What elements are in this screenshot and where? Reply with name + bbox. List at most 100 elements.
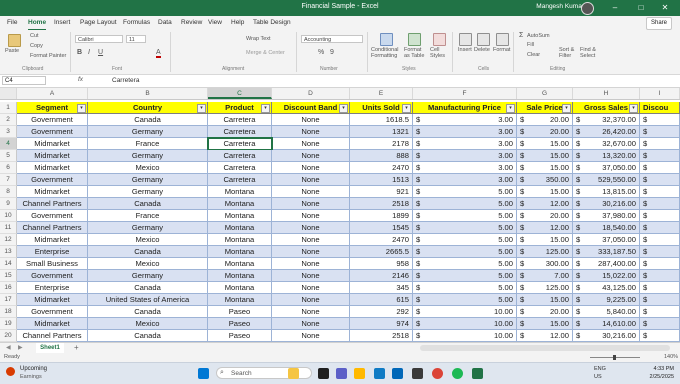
table-cell[interactable]: Montana — [208, 222, 272, 234]
table-cell[interactable]: 2146 — [350, 270, 413, 282]
table-cell[interactable]: None — [272, 234, 350, 246]
clock-date[interactable]: 2/25/2025 — [650, 374, 674, 380]
share-button[interactable]: Share — [645, 17, 672, 30]
table-cell[interactable]: None — [272, 258, 350, 270]
row-header[interactable]: 18 — [0, 306, 17, 318]
table-cell[interactable]: $15.00 — [517, 318, 573, 330]
tab-file[interactable]: File — [7, 17, 17, 29]
table-cell[interactable]: Midmarket — [17, 318, 88, 330]
file-explorer-icon[interactable] — [354, 368, 365, 379]
table-cell[interactable]: Mexico — [88, 162, 208, 174]
row-header[interactable]: 12 — [0, 234, 17, 246]
table-cell[interactable]: 2665.5 — [350, 246, 413, 258]
table-cell[interactable]: $3.00 — [413, 114, 517, 126]
row-header[interactable]: 20 — [0, 330, 17, 342]
tab-insert[interactable]: Insert — [54, 17, 70, 29]
table-cell[interactable]: None — [272, 138, 350, 150]
table-cell[interactable]: Midmarket — [17, 162, 88, 174]
row-header[interactable]: 2 — [0, 114, 17, 126]
copy-button[interactable]: Copy — [30, 43, 43, 49]
filter-dropdown-icon[interactable]: ▾ — [261, 104, 270, 113]
header-cell[interactable]: Manufacturing Price ▾ — [413, 102, 517, 114]
table-cell[interactable]: None — [272, 126, 350, 138]
table-cell[interactable]: $350.00 — [517, 174, 573, 186]
table-cell[interactable]: $ — [640, 162, 680, 174]
table-cell[interactable]: $ — [640, 258, 680, 270]
table-cell[interactable]: 1321 — [350, 126, 413, 138]
formula-input[interactable]: Carretera — [112, 77, 139, 84]
table-cell[interactable]: None — [272, 150, 350, 162]
table-cell[interactable]: $15.00 — [517, 162, 573, 174]
table-cell[interactable]: 292 — [350, 306, 413, 318]
table-cell[interactable]: Channel Partners — [17, 330, 88, 342]
font-name-select[interactable]: Calibri — [75, 35, 123, 43]
filter-dropdown-icon[interactable]: ▾ — [562, 104, 571, 113]
merge-center-button[interactable]: Merge & Center — [246, 50, 285, 56]
next-sheet-icon[interactable]: ▶ — [18, 344, 23, 351]
input-region[interactable]: US — [594, 374, 602, 380]
avatar[interactable] — [581, 2, 594, 15]
table-cell[interactable]: $125.00 — [517, 246, 573, 258]
table-cell[interactable]: $9,225.00 — [573, 294, 640, 306]
row-header[interactable]: 16 — [0, 282, 17, 294]
table-cell[interactable]: $43,125.00 — [573, 282, 640, 294]
horizontal-scrollbar[interactable] — [420, 345, 670, 351]
table-cell[interactable]: $ — [640, 294, 680, 306]
table-cell[interactable]: $5.00 — [413, 294, 517, 306]
comma-button[interactable]: 9 — [330, 49, 334, 56]
header-cell[interactable]: Discount Band ▾ — [272, 102, 350, 114]
row-header[interactable]: 3 — [0, 126, 17, 138]
table-cell[interactable]: $5.00 — [413, 258, 517, 270]
chrome-icon[interactable] — [432, 368, 443, 379]
table-cell[interactable]: Canada — [88, 114, 208, 126]
tab-table-design[interactable]: Table Design — [253, 17, 291, 29]
table-cell[interactable]: $20.00 — [517, 210, 573, 222]
table-cell[interactable]: Germany — [88, 126, 208, 138]
minimize-button[interactable]: – — [606, 0, 624, 16]
table-cell[interactable]: None — [272, 318, 350, 330]
format-painter-button[interactable]: Format Painter — [30, 53, 66, 59]
column-header[interactable]: E — [350, 88, 413, 99]
table-cell[interactable]: Government — [17, 210, 88, 222]
table-cell[interactable]: $5,840.00 — [573, 306, 640, 318]
tab-view[interactable]: View — [208, 17, 222, 29]
insert-cells-button[interactable]: Insert — [458, 47, 472, 53]
underline-button[interactable]: U — [98, 49, 103, 56]
table-cell[interactable]: None — [272, 294, 350, 306]
table-cell[interactable]: None — [272, 174, 350, 186]
row-header[interactable]: 4 — [0, 138, 17, 150]
table-cell[interactable]: $20.00 — [517, 114, 573, 126]
row-header[interactable]: 10 — [0, 210, 17, 222]
table-cell[interactable]: $15.00 — [517, 234, 573, 246]
header-cell[interactable]: Sale Price ▾ — [517, 102, 573, 114]
table-cell[interactable]: $15.00 — [517, 294, 573, 306]
table-cell[interactable]: $15.00 — [517, 138, 573, 150]
table-cell[interactable]: Midmarket — [17, 186, 88, 198]
filter-dropdown-icon[interactable]: ▾ — [77, 104, 86, 113]
zoom-slider-thumb[interactable] — [613, 355, 616, 360]
table-cell[interactable]: Canada — [88, 282, 208, 294]
table-cell[interactable]: $20.00 — [517, 126, 573, 138]
row-header[interactable]: 17 — [0, 294, 17, 306]
paste-icon[interactable] — [8, 34, 21, 47]
table-cell[interactable]: Germany — [88, 174, 208, 186]
table-cell[interactable]: 345 — [350, 282, 413, 294]
paste-button[interactable]: Paste — [5, 48, 19, 54]
column-header[interactable]: B — [88, 88, 208, 99]
table-cell[interactable]: $5.00 — [413, 234, 517, 246]
table-cell[interactable]: $3.00 — [413, 126, 517, 138]
table-cell[interactable]: 1513 — [350, 174, 413, 186]
table-cell[interactable]: $287,400.00 — [573, 258, 640, 270]
table-cell[interactable]: Government — [17, 174, 88, 186]
table-cell[interactable]: $5.00 — [413, 222, 517, 234]
conditional-formatting-icon[interactable] — [380, 33, 393, 46]
table-cell[interactable]: $ — [640, 114, 680, 126]
table-cell[interactable]: Carretera — [208, 114, 272, 126]
row-header[interactable]: 8 — [0, 186, 17, 198]
table-cell[interactable]: Paseo — [208, 318, 272, 330]
tab-data[interactable]: Data — [158, 17, 172, 29]
table-icon[interactable] — [408, 33, 421, 46]
table-cell[interactable]: Montana — [208, 282, 272, 294]
table-cell[interactable]: $37,980.00 — [573, 210, 640, 222]
table-cell[interactable]: Canada — [88, 198, 208, 210]
